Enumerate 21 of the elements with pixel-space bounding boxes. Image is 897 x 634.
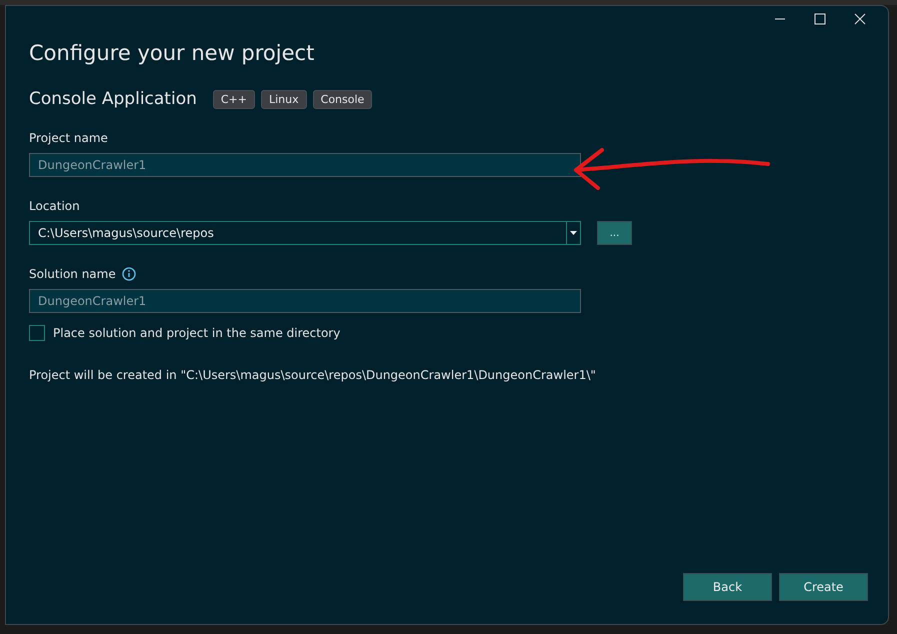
project-name-field[interactable]: DungeonCrawler1 — [29, 153, 581, 177]
info-icon[interactable] — [122, 267, 136, 281]
field-label: Solution name — [29, 267, 116, 281]
back-button[interactable]: Back — [683, 573, 772, 601]
tag: C++ — [212, 90, 255, 108]
maximize-icon[interactable] — [814, 13, 826, 25]
template-name: Console Application — [29, 89, 197, 109]
close-icon[interactable] — [854, 13, 866, 25]
window-title: Configure your new project — [29, 41, 316, 65]
summary-text: Project will be created in "C:\Users\magus\source\repos\DungeonCrawler1\DungeonCrawler1\" — [29, 368, 597, 382]
checkbox[interactable] — [29, 325, 45, 341]
tag: Linux — [261, 90, 307, 108]
field-label: Location — [29, 199, 81, 213]
solution-name-field[interactable]: DungeonCrawler1 — [29, 289, 581, 313]
field-label: Project name — [29, 131, 109, 145]
browse-button[interactable]: ... — [597, 221, 632, 245]
tag: Console — [312, 90, 372, 108]
location-dropdown[interactable]: C:\Users\magus\source\repos — [29, 221, 581, 245]
create-button[interactable]: Create — [779, 573, 868, 601]
caret-icon — [570, 231, 577, 235]
checkbox-label: Place solution and project in the same directory — [53, 326, 340, 340]
